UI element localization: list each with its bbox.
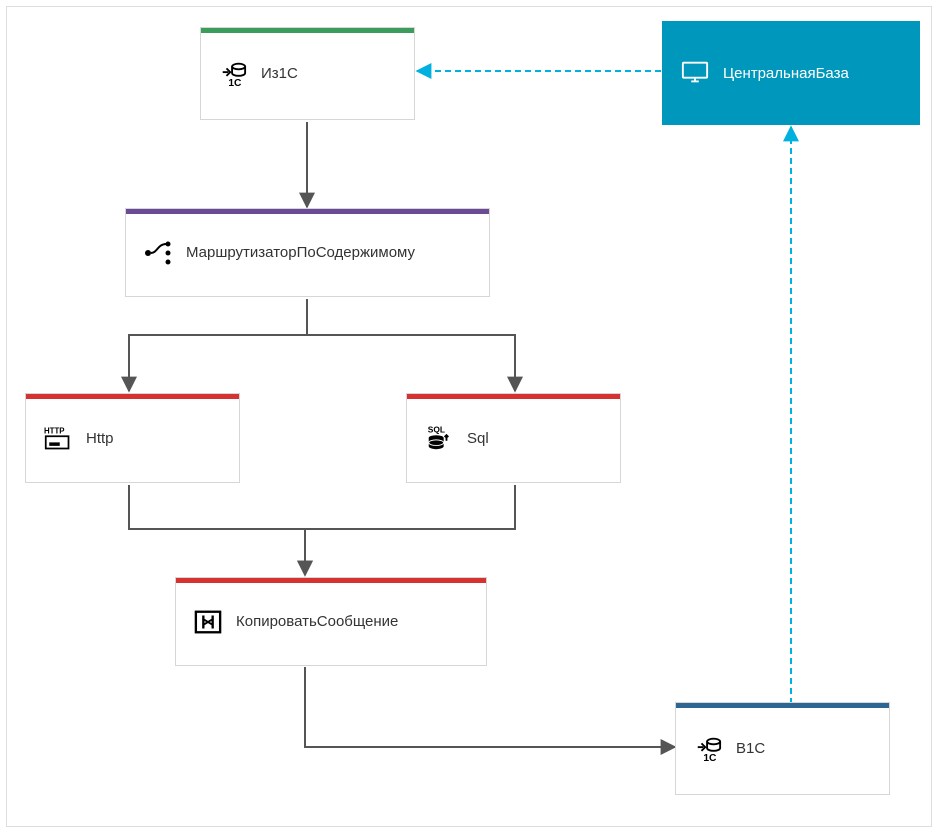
edge-copy-v1c [305,667,675,747]
node-label: В1С [736,740,765,757]
node-v1c[interactable]: 1C В1С [675,702,890,795]
node-topbar [126,209,489,214]
node-topbar [407,394,620,399]
sql-icon: SQL [425,424,453,452]
node-label: Http [86,430,114,447]
node-label: ЦентральнаяБаза [723,65,849,82]
node-http[interactable]: HTTP Http [25,393,240,483]
diagram-canvas: 1C Из1С ЦентральнаяБаза Маршрут [6,6,932,827]
edge-router-http [129,299,307,391]
copy-message-icon [194,608,222,636]
node-iz1c[interactable]: 1C Из1С [200,27,415,120]
edge-http-copy [129,485,305,575]
edge-sql-copy [305,485,515,575]
svg-text:1C: 1C [703,753,717,763]
svg-text:SQL: SQL [428,424,445,434]
svg-text:1C: 1C [228,78,242,88]
node-topbar [676,703,889,708]
node-topbar [26,394,239,399]
node-label: Из1С [261,65,298,82]
node-central[interactable]: ЦентральнаяБаза [662,21,920,125]
onec-out-icon: 1C [694,735,722,763]
onec-in-icon: 1C [219,60,247,88]
http-icon: HTTP [44,424,72,452]
svg-text:HTTP: HTTP [44,427,65,436]
node-label: МаршрутизаторПоСодержимому [186,244,415,261]
node-label: Sql [467,430,489,447]
node-label: КопироватьСообщение [236,613,398,630]
node-topbar [176,578,486,583]
node-router[interactable]: МаршрутизаторПоСодержимому [125,208,490,297]
edge-router-sql [307,299,515,391]
node-copy[interactable]: КопироватьСообщение [175,577,487,666]
route-branch-icon [144,239,172,267]
node-sql[interactable]: SQL Sql [406,393,621,483]
node-topbar [201,28,414,33]
monitor-icon [681,59,709,87]
